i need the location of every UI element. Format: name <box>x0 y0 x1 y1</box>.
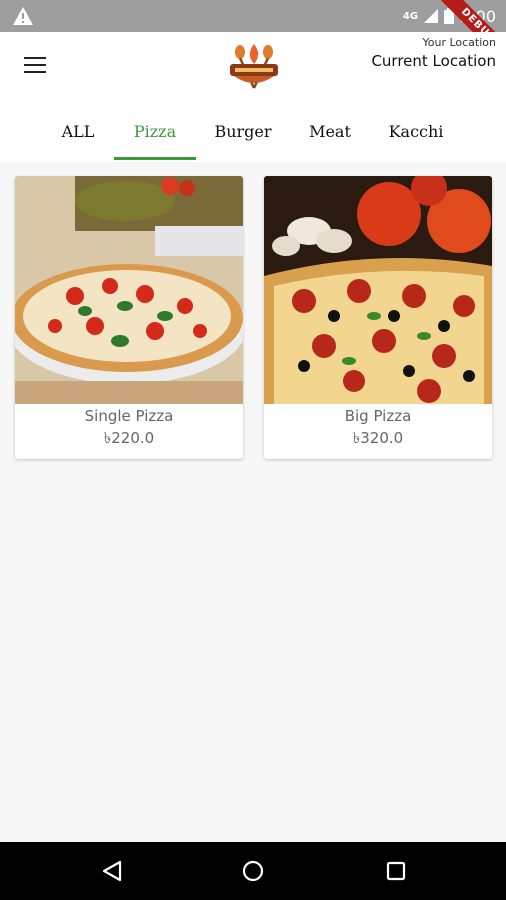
current-location-label[interactable]: Current Location <box>371 50 496 72</box>
product-price: ৳220.0 <box>103 429 155 447</box>
pizza-pepperoni-photo <box>264 176 492 404</box>
status-bar: 4G 2:00 DEBUG <box>0 0 506 75</box>
product-name: Single Pizza <box>84 407 174 425</box>
system-nav-bar <box>0 842 506 900</box>
home-circle-icon[interactable] <box>241 859 265 883</box>
signal-icon <box>424 9 439 23</box>
tab-pizza[interactable]: Pizza <box>114 100 196 162</box>
tab-kacchi[interactable]: Kacchi <box>376 100 456 162</box>
location-caption: Your Location <box>422 36 496 49</box>
app-bar: Your Location Current Location <box>0 32 506 100</box>
restaurant-logo-icon <box>230 44 278 89</box>
tab-burger[interactable]: Burger <box>200 100 286 162</box>
recents-square-icon[interactable] <box>384 859 408 883</box>
pizza-margherita-photo <box>15 176 243 404</box>
back-triangle-icon[interactable] <box>100 859 124 883</box>
tab-indicator <box>114 157 196 160</box>
location-block[interactable]: Your Location Current Location <box>371 36 496 72</box>
product-price: ৳320.0 <box>352 429 404 447</box>
tab-meat[interactable]: Meat <box>296 100 364 162</box>
product-card-single-pizza[interactable]: Single Pizza ৳220.0 <box>15 176 243 459</box>
tab-all[interactable]: ALL <box>40 100 116 162</box>
category-tab-bar: ALL Pizza Burger Meat Kacchi <box>0 100 506 162</box>
product-name: Big Pizza <box>344 407 412 425</box>
warning-icon <box>13 7 33 25</box>
hamburger-menu-icon[interactable] <box>16 50 52 80</box>
network-type: 4G <box>402 10 419 22</box>
product-card-big-pizza[interactable]: Big Pizza ৳320.0 <box>264 176 492 459</box>
